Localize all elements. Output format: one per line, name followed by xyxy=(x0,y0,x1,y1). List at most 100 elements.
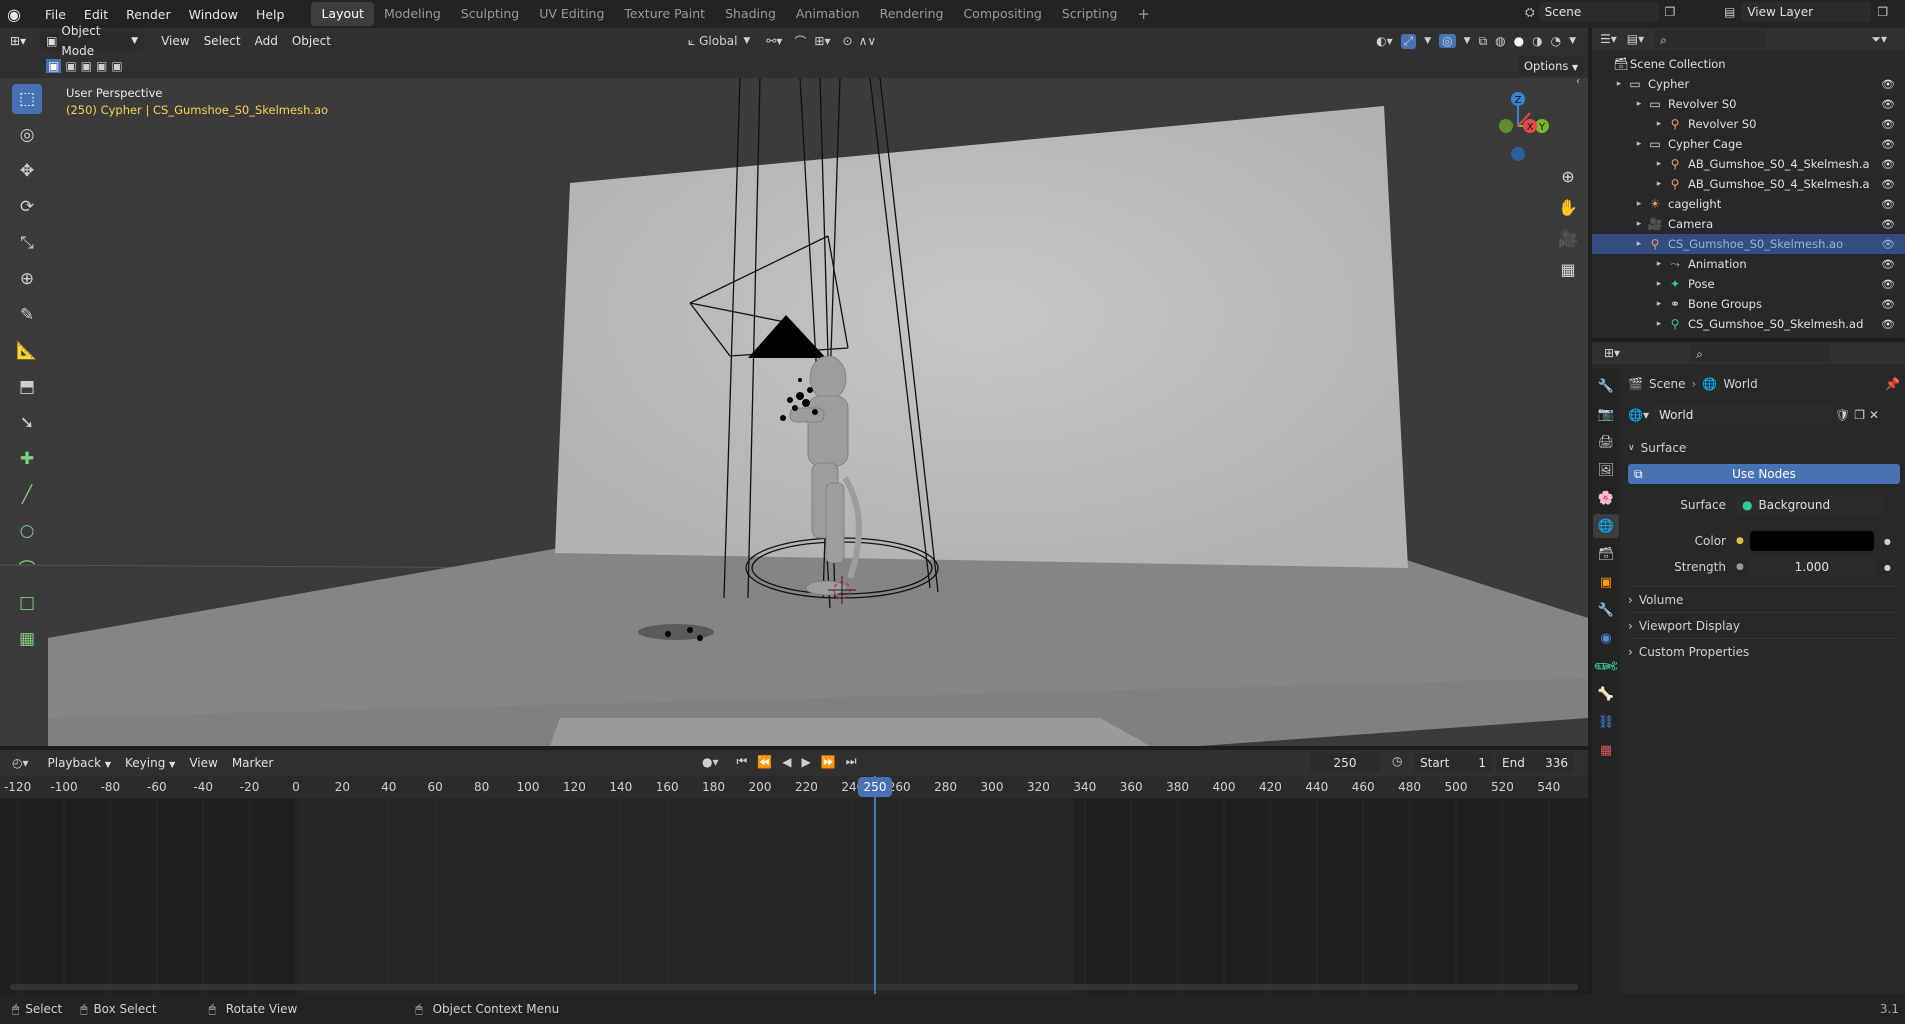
menu-object[interactable]: Object xyxy=(285,34,338,48)
orientation-dropdown[interactable]: ⟀ Global ▼ xyxy=(688,34,750,49)
outliner-row[interactable]: ▸ ⚲ CS_Gumshoe_S0_Skelmesh.ad 👁 xyxy=(1592,314,1905,334)
expand-toggle-icon[interactable]: ▸ xyxy=(1612,79,1626,89)
expand-toggle-icon[interactable]: ▸ xyxy=(1652,259,1666,269)
surface-shader-field[interactable]: ● Background xyxy=(1736,495,1882,515)
tab-modeling[interactable]: Modeling xyxy=(374,2,451,26)
use-nodes-button[interactable]: ⧉ Use Nodes xyxy=(1628,464,1900,484)
modifier-tab-icon[interactable]: 🔧 xyxy=(1593,598,1619,622)
timeline-scrollbar[interactable] xyxy=(10,984,1578,990)
xray-icon[interactable]: ⧉ xyxy=(1479,34,1488,49)
editor-type-icon[interactable]: ⊞▾ xyxy=(10,34,26,48)
world-browse-icon[interactable]: 🌐▾ xyxy=(1628,408,1649,422)
chevron-down-icon[interactable]: ▼ xyxy=(1464,36,1471,46)
visibility-eye-icon[interactable]: 👁 xyxy=(1881,198,1895,211)
scene-tab-icon[interactable]: 🌸 xyxy=(1593,486,1619,510)
properties-editor-icon[interactable]: ⊞▾ xyxy=(1604,346,1620,360)
view-layer-copy-icon[interactable]: ❐ xyxy=(1877,5,1888,19)
menu-marker[interactable]: Marker xyxy=(225,756,280,770)
options-dropdown[interactable]: Options ▼ xyxy=(1518,56,1585,76)
texture-tab-icon[interactable]: ▦ xyxy=(1593,738,1619,762)
tab-layout[interactable]: Layout xyxy=(311,2,374,26)
mode-dropdown[interactable]: ▣ Object Mode ▼ xyxy=(40,24,145,58)
collection-tab-icon[interactable]: 🗃 xyxy=(1593,542,1619,566)
zoom-icon[interactable]: ⊕ xyxy=(1554,162,1582,190)
measure-tool-icon[interactable]: 📐 xyxy=(12,336,42,366)
select-subtract-icon[interactable]: ▣ xyxy=(81,59,92,73)
scene-icon[interactable]: ⛭ xyxy=(1525,5,1535,20)
solid-shading-icon[interactable]: ● xyxy=(1514,34,1524,48)
display-mode-icon[interactable]: ▤▾ xyxy=(1627,32,1644,46)
select-extend-icon[interactable]: ▣ xyxy=(65,59,76,73)
blender-logo-icon[interactable]: ◉ xyxy=(0,5,28,24)
outliner-row[interactable]: ▸ ✦ Pose 👁 xyxy=(1592,274,1905,294)
play-reverse-icon[interactable]: ◀ xyxy=(782,755,791,769)
world-name-field[interactable]: World xyxy=(1652,405,1831,425)
visibility-icon[interactable]: ◐▾ xyxy=(1376,34,1393,48)
expand-toggle-icon[interactable]: ▸ xyxy=(1652,319,1666,329)
chevron-down-icon[interactable]: ▼ xyxy=(1424,36,1431,46)
outliner-row[interactable]: ▸ ⚲ CS_Gumshoe_S0_Skelmesh.ao 👁 xyxy=(1592,234,1905,254)
falloff-icon[interactable]: ∧∨ xyxy=(859,34,877,48)
strength-field[interactable]: 1.000 xyxy=(1749,557,1874,577)
3d-viewport[interactable]: User Perspective (250) Cypher | CS_Gumsh… xyxy=(0,78,1588,746)
expand-toggle-icon[interactable]: ▸ xyxy=(1632,219,1646,229)
tab-animation[interactable]: Animation xyxy=(786,2,870,26)
visibility-eye-icon[interactable]: 👁 xyxy=(1881,238,1895,251)
visibility-eye-icon[interactable]: 👁 xyxy=(1881,178,1895,191)
play-icon[interactable]: ▶ xyxy=(802,755,811,769)
outliner-root[interactable]: 🗃 Scene Collection xyxy=(1592,54,1905,74)
select-new-icon[interactable]: ▣ xyxy=(46,59,62,73)
material-shading-icon[interactable]: ◑ xyxy=(1532,34,1542,48)
perspective-grid-icon[interactable]: ▦ xyxy=(1554,255,1582,283)
menu-render[interactable]: Render xyxy=(117,7,180,22)
record-icon[interactable]: ●▾ xyxy=(702,755,719,769)
expand-toggle-icon[interactable]: ▸ xyxy=(1652,119,1666,129)
volume-panel-header[interactable]: › Volume xyxy=(1628,586,1900,612)
visibility-eye-icon[interactable]: 👁 xyxy=(1881,318,1895,331)
navigation-gizmo[interactable]: Z Y X xyxy=(1488,86,1558,168)
object-tab-icon[interactable]: ▣ xyxy=(1593,570,1619,594)
outliner-row[interactable]: ▸ ▭ Cypher 👁 xyxy=(1592,74,1905,94)
proportional-edit-icon[interactable]: ⊙ xyxy=(843,34,853,48)
overlay-icon[interactable]: ◎ xyxy=(1439,34,1456,48)
expand-toggle-icon[interactable]: ▸ xyxy=(1632,239,1646,249)
tab-sculpting[interactable]: Sculpting xyxy=(451,2,529,26)
select-box-tool-icon[interactable]: ⬚ xyxy=(12,84,42,114)
render-tab-icon[interactable]: 📷 xyxy=(1593,402,1619,426)
pivot-icon[interactable]: ⚯▾ xyxy=(766,34,782,48)
gizmo-icon[interactable]: ⤢ xyxy=(1400,33,1417,49)
expand-toggle-icon[interactable]: ▸ xyxy=(1652,279,1666,289)
expand-toggle-icon[interactable]: ▸ xyxy=(1652,159,1666,169)
keyframe-dot-icon[interactable]: ● xyxy=(1884,537,1891,546)
outliner-row[interactable]: ▸ ⚭ Bone Groups 👁 xyxy=(1592,294,1905,314)
outliner-row[interactable]: ▸ ⤳ Animation 👁 xyxy=(1592,254,1905,274)
viewport-display-panel-header[interactable]: › Viewport Display xyxy=(1628,612,1900,638)
menu-keying[interactable]: Keying ▼ xyxy=(118,756,182,770)
visibility-eye-icon[interactable]: 👁 xyxy=(1881,258,1895,271)
select-intersect-icon[interactable]: ▣ xyxy=(111,59,122,73)
visibility-eye-icon[interactable]: 👁 xyxy=(1881,278,1895,291)
output-tab-icon[interactable]: 🖨 xyxy=(1593,430,1619,454)
visibility-eye-icon[interactable]: 👁 xyxy=(1881,158,1895,171)
physics-tab-icon[interactable]: ◉ xyxy=(1593,626,1619,650)
expand-toggle-icon[interactable]: ▸ xyxy=(1632,99,1646,109)
tool-tab-icon[interactable]: 🔧 xyxy=(1593,374,1619,398)
tab-rendering[interactable]: Rendering xyxy=(870,2,954,26)
color-swatch[interactable] xyxy=(1749,531,1874,551)
timeline-ruler[interactable]: -120 -100 -80 -60 -40 -20 0 20 40 60 80 100 120 140 16… xyxy=(0,776,1588,798)
outliner-editor-icon[interactable]: ☰▾ xyxy=(1600,32,1617,46)
outliner-row[interactable]: ▸ ☀ cagelight 👁 xyxy=(1592,194,1905,214)
visibility-eye-icon[interactable]: 👁 xyxy=(1881,138,1895,151)
rotate-tool-icon[interactable]: ⟳ xyxy=(12,192,42,222)
constraint-tab-icon[interactable]: ⛓ xyxy=(1593,710,1619,734)
world-tab-icon[interactable]: 🌐 xyxy=(1593,514,1619,538)
jump-start-icon[interactable]: ⏮ xyxy=(737,754,748,769)
breadcrumb-scene[interactable]: Scene xyxy=(1649,377,1686,391)
move-tool-icon[interactable]: ✥ xyxy=(12,156,42,186)
timeline-body[interactable] xyxy=(0,798,1588,994)
cursor-arrow-tool-icon[interactable]: ➘ xyxy=(12,408,42,438)
menu-window[interactable]: Window xyxy=(180,7,247,22)
tab-texture-paint[interactable]: Texture Paint xyxy=(614,2,715,26)
menu-help[interactable]: Help xyxy=(247,7,294,22)
jump-keyframe-back-icon[interactable]: ⏪ xyxy=(757,755,772,769)
